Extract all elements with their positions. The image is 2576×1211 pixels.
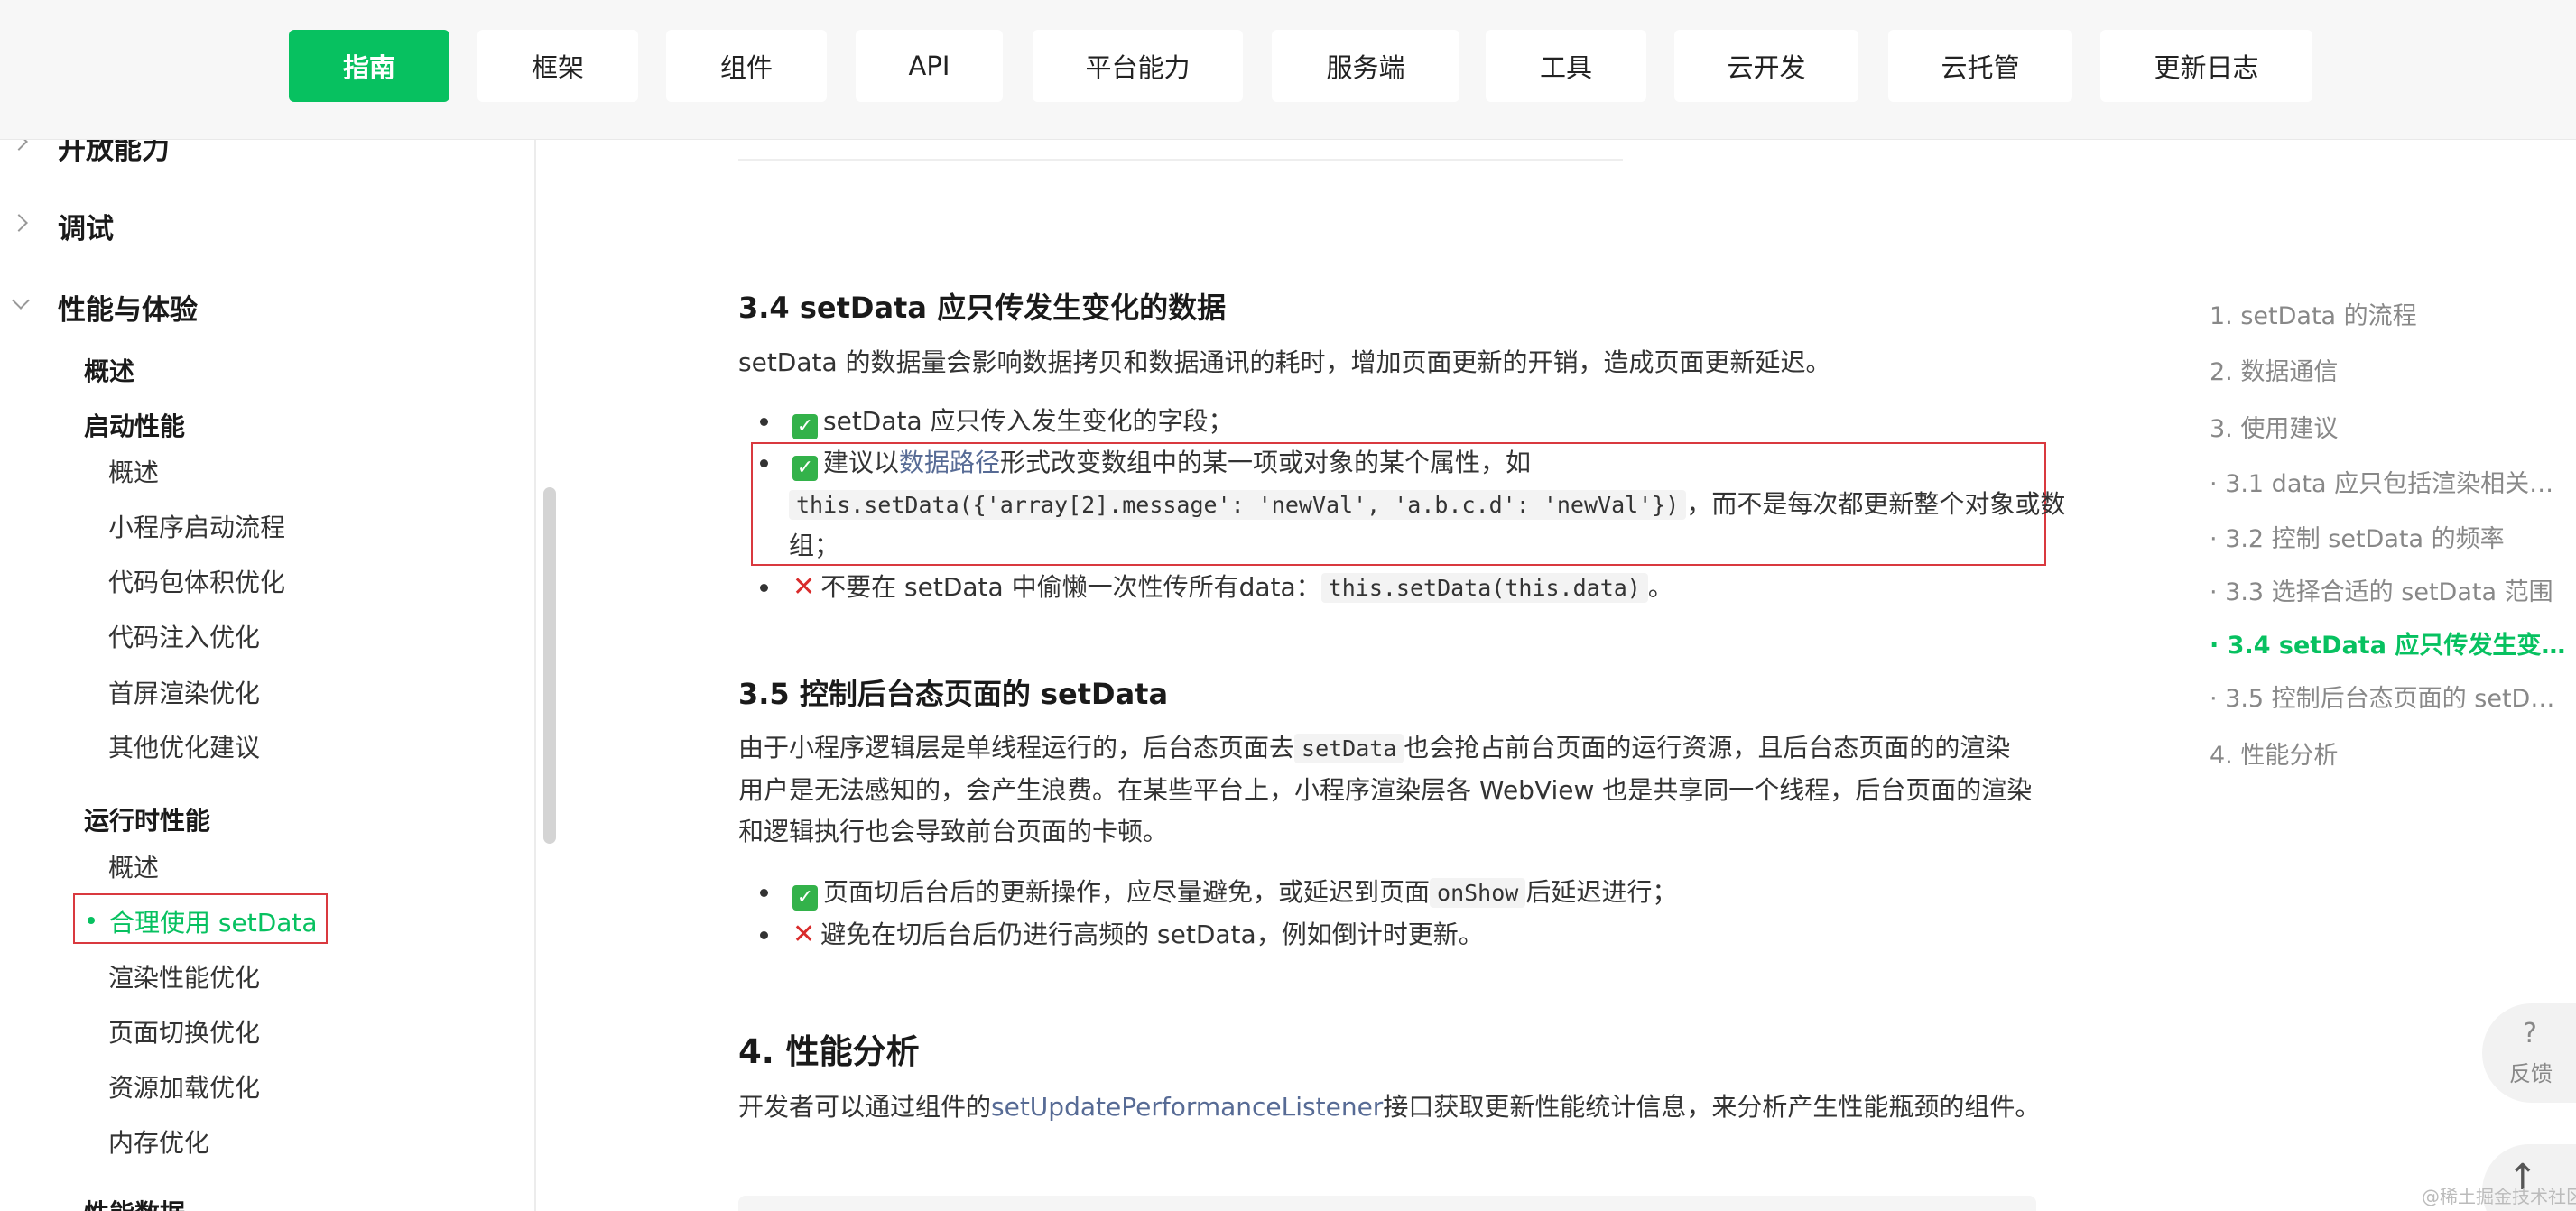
toc-item[interactable]: 2. 数据通信 <box>2210 352 2338 387</box>
section-divider <box>738 159 1623 161</box>
chevron-right-icon[interactable] <box>10 214 28 232</box>
list-item: ✓ 建议以数据路径形式改变数组中的某一项或对象的某个属性，如 <box>751 442 2051 484</box>
cross-icon: ✕ <box>792 919 816 950</box>
highlight-line-3: 组； <box>789 525 839 567</box>
sidebar-item-page-switch[interactable]: 页面切换优化 <box>108 1013 260 1049</box>
paragraph-4: 开发者可以通过组件的setUpdatePerformanceListener接口… <box>738 1086 2040 1128</box>
nav-tab-cloud-hosting[interactable]: 云托管 <box>1888 30 2072 102</box>
toc-item[interactable]: 1. setData 的流程 <box>2210 296 2417 331</box>
sidebar-item-render-perf[interactable]: 渲染性能优化 <box>108 958 260 994</box>
check-icon: ✓ <box>792 885 818 911</box>
sidebar-group-startup[interactable]: 启动性能 <box>84 407 185 443</box>
list-item-text: 建议以 <box>823 448 900 477</box>
toc-item[interactable]: 3. 使用建议 <box>2210 409 2338 444</box>
nav-tab-platform[interactable]: 平台能力 <box>1033 30 1243 102</box>
inline-code: setData <box>1294 734 1404 763</box>
list-item-text: 组； <box>789 531 840 560</box>
sidebar-item-startup-flow[interactable]: 小程序启动流程 <box>108 508 285 544</box>
nav-tab-server[interactable]: 服务端 <box>1272 30 1459 102</box>
sidebar-scrollbar[interactable] <box>543 487 556 844</box>
feedback-button[interactable]: ? 反馈 <box>2482 1003 2576 1103</box>
list-item-text: 。 <box>1647 572 1673 602</box>
nav-tab-api[interactable]: API <box>856 30 1003 102</box>
sidebar-item-debug[interactable]: 调试 <box>58 206 114 246</box>
heading-4: 4. 性能分析 <box>738 1032 920 1071</box>
paragraph-text: 接口获取更新性能统计信息，来分析产生性能瓶颈的组件。 <box>1383 1092 2041 1122</box>
inline-code: onShow <box>1430 878 1526 908</box>
check-icon: ✓ <box>792 414 818 439</box>
list-3-5: ✓ 页面切后台后的更新操作，应尽量避免，或延迟到页面 onShow 后延迟进行； ✕ 避… <box>751 872 2051 956</box>
page: 开放能力 调试 性能与体验 概述 启动性能 概述 小程序启动流程 代码包体积优化… <box>0 0 2576 1211</box>
check-icon: ✓ <box>792 456 818 481</box>
sidebar-item-startup-overview[interactable]: 概述 <box>108 453 159 489</box>
inline-code: this.setData({'array[2].message': 'newVa… <box>789 490 1687 520</box>
nav-tab-cloud-dev[interactable]: 云开发 <box>1674 30 1858 102</box>
list-item: ✕ 不要在 setData 中偷懒一次性传所有data： this.setData(… <box>751 567 2051 609</box>
nav-tab-framework[interactable]: 框架 <box>477 30 638 102</box>
toc-item[interactable]: · 3.1 data 应只包括渲染相关… <box>2210 464 2553 499</box>
toc-item[interactable]: · 3.5 控制后台态页面的 setD… <box>2210 679 2554 714</box>
toc-item[interactable]: 4. 性能分析 <box>2210 735 2338 771</box>
question-icon: ? <box>2523 1018 2537 1049</box>
sidebar-group-perf-data[interactable]: 性能数据 <box>84 1194 185 1211</box>
sidebar-item-runtime-overview[interactable]: 概述 <box>108 848 159 884</box>
sidebar-item-code-injection[interactable]: 代码注入优化 <box>108 618 260 654</box>
paragraph-text: 由于小程序逻辑层是单线程运行的，后台态页面去 <box>738 733 1295 763</box>
paragraph-text: 开发者可以通过组件的 <box>738 1092 992 1122</box>
heading-3-5: 3.5 控制后台态页面的 setData <box>738 677 1169 711</box>
list-item-text: setData 应只传入发生变化的字段； <box>823 406 1234 436</box>
list-item: ✓ 页面切后台后的更新操作，应尽量避免，或延迟到页面 onShow 后延迟进行； <box>751 872 2051 914</box>
paragraph-line: 和逻辑执行也会导致前台页面的卡顿。 <box>738 817 1169 846</box>
nav-tab-guide[interactable]: 指南 <box>289 30 449 102</box>
api-link[interactable]: setUpdatePerformanceListener <box>991 1092 1383 1122</box>
sidebar-item-other-tips[interactable]: 其他优化建议 <box>108 728 260 764</box>
list-item-text: ，而不是每次都更新整个对象或数 <box>1686 489 2066 519</box>
code-block <box>738 1196 2036 1211</box>
feedback-label: 反馈 <box>2509 1061 2553 1086</box>
paragraph-line: 用户是无法感知的，会产生浪费。在某些平台上，小程序渲染层各 WebView 也是… <box>738 775 2033 805</box>
paragraph-line: 由于小程序逻辑层是单线程运行的，后台态页面去 setData 也会抢占前台页面的运行… <box>738 727 2038 770</box>
list-item-text: 避免在切后台后仍进行高频的 setData，例如倒计时更新。 <box>820 920 1484 949</box>
top-nav: 指南 框架 组件 API 平台能力 服务端 工具 云开发 云托管 更新日志 <box>0 0 2576 140</box>
sidebar-item-overview[interactable]: 概述 <box>84 352 134 388</box>
sidebar-item-label: 合理使用 setData <box>109 908 318 938</box>
nav-tab-components[interactable]: 组件 <box>666 30 827 102</box>
chevron-down-icon[interactable] <box>12 291 30 310</box>
active-dot <box>88 917 95 924</box>
sidebar-item-resource-loading[interactable]: 资源加载优化 <box>108 1068 260 1105</box>
list-3-4-highlighted: ✓ 建议以数据路径形式改变数组中的某一项或对象的某个属性，如 <box>751 442 2051 484</box>
list-item: ✓ setData 应只传入发生变化的字段； <box>751 401 2051 442</box>
list-item-text: 形式改变数组中的某一项或对象的某个属性，如 <box>1000 448 1532 477</box>
sidebar-group-runtime[interactable]: 运行时性能 <box>84 801 210 837</box>
highlight-line-2: this.setData({'array[2].message': 'newVa… <box>789 484 2065 526</box>
sidebar-item-first-render[interactable]: 首屏渲染优化 <box>108 674 260 710</box>
nav-tab-changelog[interactable]: 更新日志 <box>2100 30 2312 102</box>
paragraph-3-4: setData 的数据量会影响数据拷贝和数据通讯的耗时，增加页面更新的开销，造成… <box>738 342 1831 384</box>
toc-item[interactable]: · 3.2 控制 setData 的频率 <box>2210 519 2505 554</box>
sidebar-item-setdata-active[interactable]: 合理使用 setData <box>73 893 328 944</box>
paragraph-text: 也会抢占前台页面的运行资源，且后台态页面的的渲染 <box>1404 733 2011 763</box>
sidebar: 开放能力 调试 性能与体验 概述 启动性能 概述 小程序启动流程 代码包体积优化… <box>0 0 536 1211</box>
cross-icon: ✕ <box>792 571 816 603</box>
list-item-text: 不要在 setData 中偷懒一次性传所有data： <box>820 572 1321 602</box>
list-3-4: ✓ setData 应只传入发生变化的字段； <box>751 401 2051 442</box>
heading-3-4: 3.4 setData 应只传发生变化的数据 <box>738 291 1227 325</box>
list-item: ✕ 避免在切后台后仍进行高频的 setData，例如倒计时更新。 <box>751 914 2051 956</box>
nav-tab-tools[interactable]: 工具 <box>1486 30 1646 102</box>
sidebar-item-memory[interactable]: 内存优化 <box>108 1123 209 1160</box>
sidebar-item-package-size[interactable]: 代码包体积优化 <box>108 563 285 599</box>
inline-code: this.setData(this.data) <box>1320 573 1648 603</box>
paragraph-text: setData 的数据量会影响数据拷贝和数据通讯的耗时，增加页面更新的开销，造成… <box>738 347 1831 377</box>
list-item-text: 后延迟进行； <box>1525 877 1678 907</box>
toc-item[interactable]: · 3.3 选择合适的 setData 范围 <box>2210 572 2553 607</box>
paragraph-3-5: 由于小程序逻辑层是单线程运行的，后台态页面去 setData 也会抢占前台页面的运行… <box>738 727 2038 853</box>
watermark: @稀土掘金技术社区 <box>2422 1186 2576 1207</box>
data-path-link[interactable]: 数据路径 <box>899 448 1000 477</box>
toc-item-active[interactable]: · 3.4 setData 应只传发生变… <box>2210 625 2565 661</box>
sidebar-item-performance[interactable]: 性能与体验 <box>58 287 198 328</box>
list-3-4-tail: ✕ 不要在 setData 中偷懒一次性传所有data： this.setData(… <box>751 567 2051 609</box>
list-item-text: 页面切后台后的更新操作，应尽量避免，或延迟到页面 <box>823 877 1431 907</box>
